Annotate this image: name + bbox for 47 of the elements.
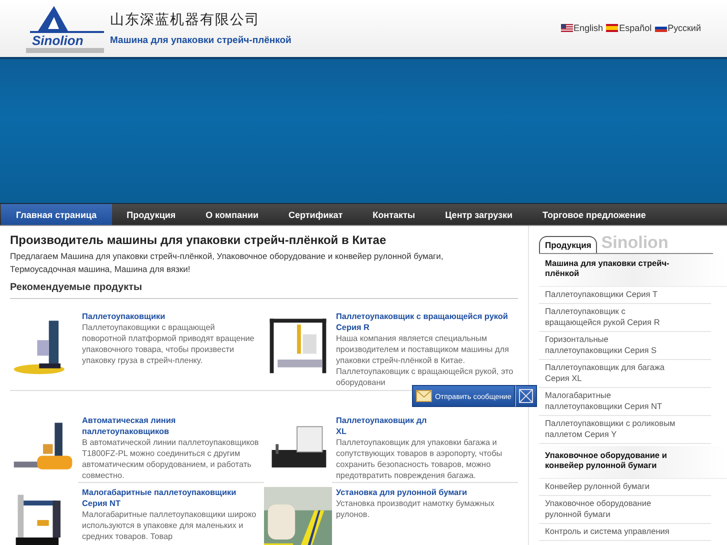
category-link[interactable]: Паллетоупаковщики Серия T [539,287,711,304]
category-link[interactable]: Паллетоупаковщики с роликовым паллетом Серия Y [539,416,711,444]
nav-tab[interactable]: Сертификат [274,204,358,225]
language-link[interactable]: Español [606,22,652,32]
language-link[interactable]: Русский [654,22,701,32]
product-description: Паллетоупаковщики с вращающей поворотной платформой приводят вращение упаковочного товара, чтобы произвести упаковку груза в стрейч-пленку. [82,322,256,366]
category-heading[interactable]: Машина для упаковки стрейч-плёнкой [539,254,727,287]
category-heading[interactable]: Упаковочное оборудование и конвейер рулонной бумаги [539,446,727,479]
product-description: Малогабаритные паллетоупаковщики широко используются в упаковке для маленьких и средних товаров. Товар [82,509,258,542]
spain-flag-icon [606,24,618,32]
category-link[interactable]: Паллетоупаковщик с вращающейся рукой Серия R [539,304,711,332]
product-link[interactable]: XL [336,426,346,437]
product-link[interactable]: Автоматическая линия паллетоупаковщиков [82,415,260,437]
category-link[interactable]: Паллетоупаковщик для багажа Серия XL [539,360,711,388]
nav-tab[interactable]: О компании [190,204,274,225]
envelope-icon [416,390,432,402]
category-link[interactable]: Упаковочное оборудование рулонной бумаги [539,496,711,524]
product-description: Наша компания является специальным производителем и поставщиком машины для упаковки стрейч-плёнкой в Китае. Паллетоупаковщик с вращающейся рукой, это оборудовани [336,333,514,388]
company-name: 山东深蓝机器有限公司 [110,11,261,29]
product-link[interactable]: Малогабаритные паллетоупаковщики Серия NT [82,487,260,509]
close-icon [519,389,534,403]
page-title: Производитель машины для упаковки стрейч-плёнкой в Китае [10,233,388,247]
intro-text: Предлагаем Машина для упаковки стрейч-плёнкой, Упаковочное оборудование и конвейер рулонной бумаги, Термоусадочная машина, Машина для вязки! [10,250,444,276]
product-link[interactable]: Установка для рулонной бумаги [336,487,468,498]
nav-tab[interactable]: Контакты [358,204,430,225]
product-description: Установка производит намотку бумажных рулонов. [336,498,496,520]
product-description: Паллетоупаковщик для упаковки багажа и сопутствующих товаров в аэропорту, чтобы сохранить безопасность товаров, можно предотвратить повреждения багажа. [336,437,504,481]
product-link[interactable]: Паллетоупаковщики [82,311,166,322]
nav-tab[interactable]: Центр загрузки [430,204,528,225]
us-flag-icon [560,24,573,32]
sidebar-tab[interactable]: Продукция [539,236,598,253]
product-link[interactable]: Паллетоупаковщик дл [336,415,427,426]
russia-flag-icon [654,24,667,32]
category-link[interactable]: Малогабаритные паллетоупаковщики Серия NT [539,388,711,416]
close-button[interactable] [515,385,538,407]
nav-tab[interactable]: Продукция [112,204,191,225]
company-logo[interactable]: Sinolion [24,4,106,52]
product-description: В автоматической линии паллетоупаковщиков T1800FZ-PL можно соединиться с другим автоматическим оборудованием, и работать совместно. [82,437,260,481]
language-link[interactable]: English [560,22,604,32]
category-link[interactable]: Горизонтальные паллетоупаковщики Серия S [539,332,711,360]
category-link[interactable]: Контроль и система управления [539,524,711,541]
category-link[interactable]: Конвейер рулонной бумаги [539,479,711,496]
product-link[interactable]: Паллетоупаковщик с вращающейся рукой Серия R [336,311,514,333]
section-title: Рекомендуемые продукты [10,282,518,299]
nav-tab[interactable]: Главная страница [1,204,112,225]
tagline: Машина для упаковки стрейч-плёнкой [110,35,292,46]
nav-tab[interactable]: Торговое предложение [528,204,661,225]
